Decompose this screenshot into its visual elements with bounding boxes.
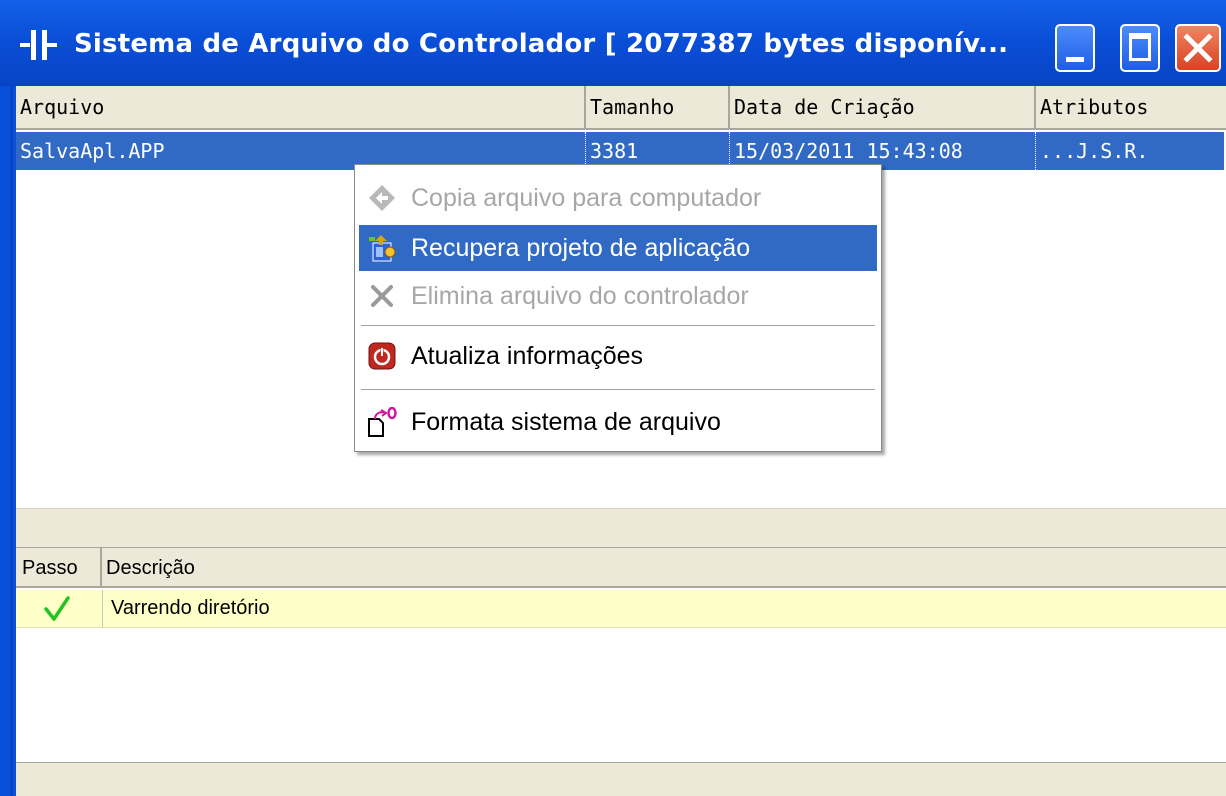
log-row: Varrendo diretório (16, 590, 1226, 628)
maximize-button[interactable] (1120, 24, 1160, 72)
column-header-descricao[interactable]: Descrição (102, 548, 1226, 588)
step-log: Passo Descrição Varrendo diretório (16, 548, 1226, 762)
copy-to-computer-icon (369, 185, 395, 211)
menu-separator (361, 389, 875, 391)
menu-item-label: Recupera projeto de aplicação (411, 234, 751, 262)
menu-item-delete-file[interactable]: Elimina arquivo do controlador (359, 273, 877, 319)
window-title: Sistema de Arquivo do Controlador [ 2077… (74, 29, 1009, 59)
column-header-atributos[interactable]: Atributos (1036, 86, 1226, 130)
context-menu: Copia arquivo para computador Recupera p… (354, 164, 882, 452)
column-header-data-criacao[interactable]: Data de Criação (730, 86, 1036, 130)
file-attributes-cell: ...J.S.R. (1040, 139, 1149, 163)
controller-app-icon (20, 30, 57, 60)
menu-item-refresh-info[interactable]: Atualiza informações (359, 333, 877, 379)
column-header-arquivo[interactable]: Arquivo (16, 86, 586, 130)
column-header-passo[interactable]: Passo (16, 548, 102, 588)
menu-item-recover-project[interactable]: Recupera projeto de aplicação (359, 225, 877, 271)
window-left-border (0, 86, 16, 796)
checkmark-icon (44, 596, 70, 621)
delete-x-icon (371, 285, 393, 307)
status-bar (16, 762, 1226, 796)
refresh-power-icon (368, 342, 396, 370)
format-filesystem-icon (368, 407, 397, 437)
close-icon (1183, 33, 1213, 63)
panel-splitter[interactable] (16, 508, 1226, 548)
menu-item-label: Elimina arquivo do controlador (411, 282, 749, 310)
menu-item-format-filesystem[interactable]: Formata sistema de arquivo (359, 399, 877, 445)
minimize-button[interactable] (1055, 24, 1095, 72)
window-titlebar[interactable]: Sistema de Arquivo do Controlador [ 2077… (0, 0, 1226, 86)
log-description: Varrendo diretório (102, 590, 270, 628)
menu-item-label: Atualiza informações (411, 342, 644, 370)
menu-item-label: Copia arquivo para computador (411, 184, 762, 212)
menu-item-label: Formata sistema de arquivo (411, 408, 721, 436)
menu-separator (361, 325, 875, 327)
column-header-tamanho[interactable]: Tamanho (586, 86, 730, 130)
menu-item-copy-to-computer[interactable]: Copia arquivo para computador (359, 175, 877, 221)
recover-project-icon (369, 235, 396, 262)
close-button[interactable] (1175, 24, 1221, 72)
